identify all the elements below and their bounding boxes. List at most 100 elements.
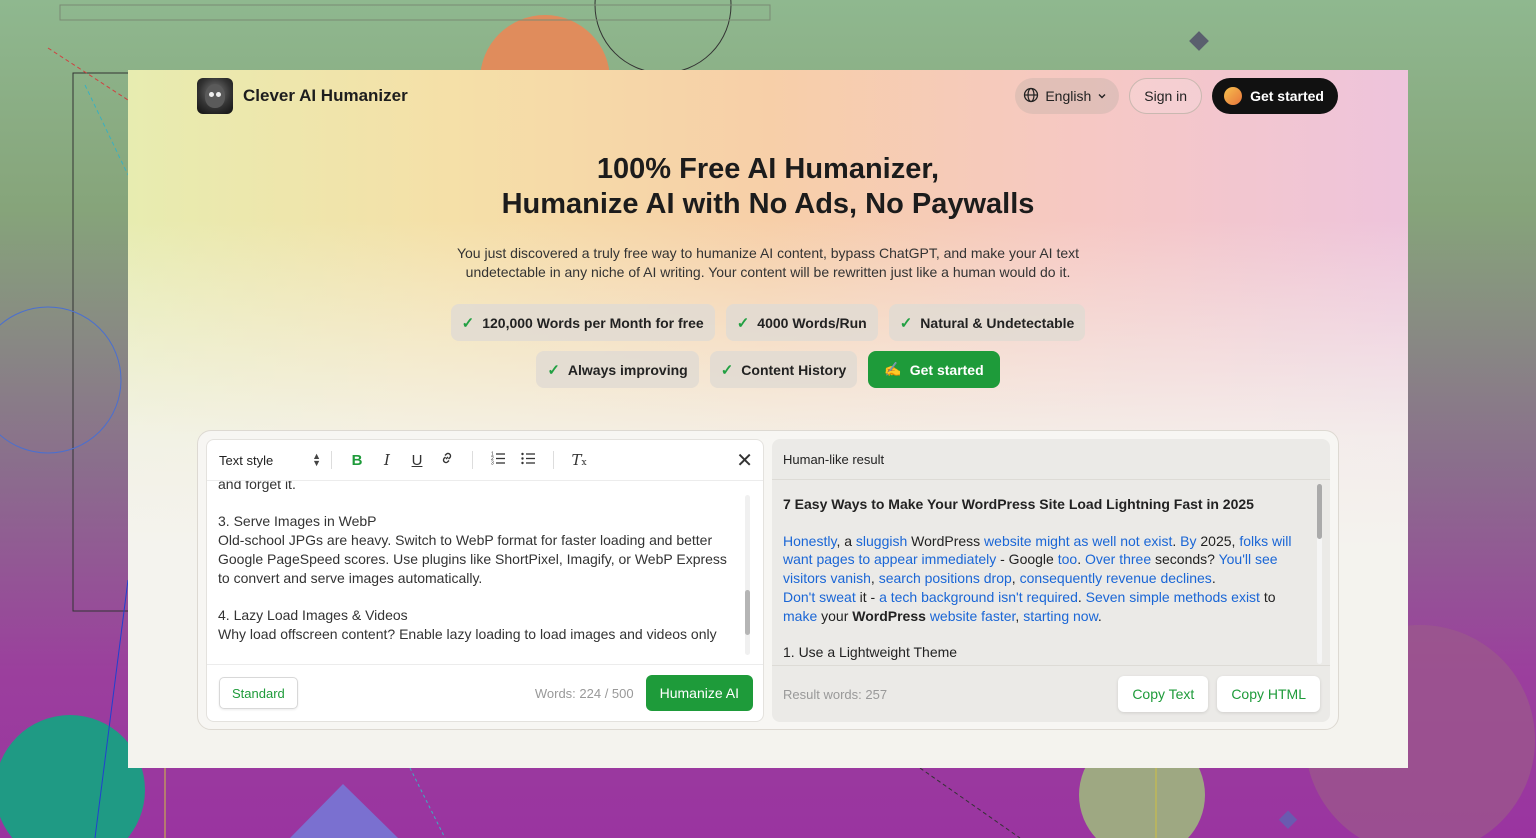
- rewritten-phrase: make: [783, 607, 818, 624]
- feature-chip: ✓ Natural & Undetectable: [888, 304, 1086, 341]
- editor-footer: Standard Words: 224 / 500 Humanize AI: [207, 664, 763, 721]
- language-selector[interactable]: English: [1015, 78, 1120, 114]
- rewritten-phrase: website faster: [929, 607, 1016, 624]
- italic-icon[interactable]: I: [372, 451, 402, 469]
- result-text: to: [1259, 588, 1276, 605]
- result-paragraph-1: Honestly, a sluggish WordPress website m…: [783, 532, 1301, 588]
- result-text: your: [817, 607, 853, 624]
- rewritten-phrase: Don't sweat: [783, 588, 856, 605]
- get-started-label: Get started: [1250, 88, 1324, 104]
- get-started-cta-button[interactable]: ✍ Get started: [868, 351, 1000, 388]
- editor-content[interactable]: and forget it. 3. Serve Images in WebP O…: [207, 481, 763, 666]
- feature-label: Natural & Undetectable: [920, 314, 1075, 331]
- result-content[interactable]: 7 Easy Ways to Make Your WordPress Site …: [772, 480, 1312, 665]
- result-header: Human-like result: [772, 439, 1330, 480]
- feature-label: 120,000 Words per Month for free: [482, 314, 704, 331]
- feature-chip: ✓ 120,000 Words per Month for free: [450, 304, 715, 341]
- editor-toolbar: Text style ▲ ▼ B I U 123 Tx ✕: [207, 440, 763, 481]
- feature-label: 4000 Words/Run: [757, 314, 867, 331]
- rewritten-phrase: starting now: [1023, 607, 1098, 624]
- rewritten-phrase: Honestly: [783, 532, 837, 549]
- humanize-button[interactable]: Humanize AI: [645, 675, 753, 711]
- feature-chip: ✓ 4000 Words/Run: [725, 304, 878, 341]
- text-style-select[interactable]: Text style ▲ ▼: [219, 451, 321, 468]
- result-text: ,: [870, 570, 879, 587]
- result-text: ,: [1011, 570, 1020, 587]
- feature-chip: ✓ Always improving: [536, 351, 699, 388]
- result-text: , a: [836, 532, 856, 549]
- page-title: 100% Free AI Humanizer, Humanize AI with…: [128, 152, 1408, 222]
- rewritten-phrase: By: [1180, 532, 1197, 549]
- check-icon: ✓: [461, 314, 475, 332]
- input-editor: Text style ▲ ▼ B I U 123 Tx ✕ and forget…: [206, 439, 764, 722]
- logo[interactable]: [197, 78, 233, 114]
- writing-hand-icon: [1224, 87, 1243, 105]
- rewritten-phrase: consequently revenue declines: [1019, 570, 1212, 587]
- editor-text[interactable]: and forget it. 3. Serve Images in WebP O…: [218, 481, 733, 643]
- result-text: .: [1172, 532, 1181, 549]
- globe-icon: [1023, 87, 1039, 106]
- rewritten-phrase: search positions drop: [878, 570, 1012, 587]
- hero-section: 100% Free AI Humanizer, Humanize AI with…: [128, 152, 1408, 282]
- bullet-list-icon[interactable]: [513, 450, 543, 470]
- svg-text:3: 3: [491, 461, 494, 467]
- rewritten-phrase: website might as well not exist: [984, 532, 1173, 549]
- result-text: WordPress: [852, 607, 926, 624]
- check-icon: ✓: [899, 314, 913, 332]
- bold-icon[interactable]: B: [342, 452, 372, 469]
- result-text: .: [1097, 607, 1102, 624]
- header-get-started-button[interactable]: Get started: [1212, 78, 1338, 114]
- copy-text-button[interactable]: Copy Text: [1118, 676, 1209, 712]
- result-text: WordPress: [907, 532, 985, 549]
- result-word-count: Result words: 257: [783, 686, 888, 702]
- result-section-heading: 1. Use a Lightweight Theme: [783, 644, 958, 661]
- brand-name[interactable]: Clever AI Humanizer: [243, 86, 408, 106]
- cta-label: Get started: [909, 361, 984, 378]
- link-icon[interactable]: [432, 450, 462, 470]
- feature-label: Content History: [741, 361, 847, 378]
- result-scroll-thumb[interactable]: [1317, 484, 1322, 539]
- sign-in-button[interactable]: Sign in: [1129, 78, 1203, 114]
- rewritten-phrase: Over three: [1084, 551, 1152, 568]
- ordered-list-icon[interactable]: 123: [483, 450, 513, 470]
- title-line-1: 100% Free AI Humanizer,: [596, 153, 940, 185]
- check-icon: ✓: [547, 361, 560, 379]
- result-text: seconds?: [1151, 551, 1219, 568]
- clear-format-icon[interactable]: Tx: [564, 451, 594, 469]
- toolbar-divider: [553, 451, 554, 469]
- result-text: .: [1211, 570, 1216, 587]
- check-icon: ✓: [720, 361, 734, 379]
- feature-label: Always improving: [567, 361, 688, 378]
- toolbar-divider: [472, 451, 473, 469]
- result-text: .: [1077, 588, 1086, 605]
- mode-standard-button[interactable]: Standard: [219, 677, 298, 709]
- rewritten-phrase: a tech background isn't required: [879, 588, 1078, 605]
- result-paragraph-2: Don't sweat it - a tech background isn't…: [783, 588, 1301, 625]
- result-text: - Google: [996, 551, 1058, 568]
- title-line-2: Humanize AI with No Ads, No Paywalls: [501, 188, 1035, 220]
- close-icon[interactable]: ✕: [736, 448, 753, 473]
- check-icon: ✓: [736, 314, 750, 332]
- rewritten-phrase: Seven simple methods exist: [1085, 588, 1260, 605]
- writing-hand-icon: ✍: [884, 361, 902, 377]
- chevron-down-icon: [1097, 88, 1107, 104]
- site-header: Clever AI Humanizer English Sign in Get …: [197, 78, 1338, 114]
- select-arrows-icon: ▲ ▼: [312, 451, 321, 468]
- result-title: 7 Easy Ways to Make Your WordPress Site …: [783, 496, 1254, 512]
- result-text: it -: [855, 588, 880, 605]
- result-panel: Human-like result 7 Easy Ways to Make Yo…: [772, 439, 1330, 722]
- language-label: English: [1045, 88, 1092, 104]
- result-text: 2025,: [1196, 532, 1240, 549]
- word-count: Words: 224 / 500: [534, 685, 634, 701]
- humanizer-workspace: Text style ▲ ▼ B I U 123 Tx ✕ and forget…: [197, 430, 1339, 730]
- feature-chips: ✓ 120,000 Words per Month for free ✓ 4000 W…: [128, 304, 1408, 388]
- text-style-label: Text style: [219, 452, 274, 468]
- rewritten-phrase: too: [1057, 551, 1078, 568]
- editor-scroll-thumb[interactable]: [745, 590, 750, 635]
- rewritten-phrase: sluggish: [855, 532, 908, 549]
- result-text: .: [1077, 551, 1085, 568]
- underline-icon[interactable]: U: [402, 452, 432, 469]
- toolbar-divider: [331, 451, 332, 469]
- copy-html-button[interactable]: Copy HTML: [1217, 676, 1320, 712]
- feature-chip: ✓ Content History: [709, 351, 858, 388]
